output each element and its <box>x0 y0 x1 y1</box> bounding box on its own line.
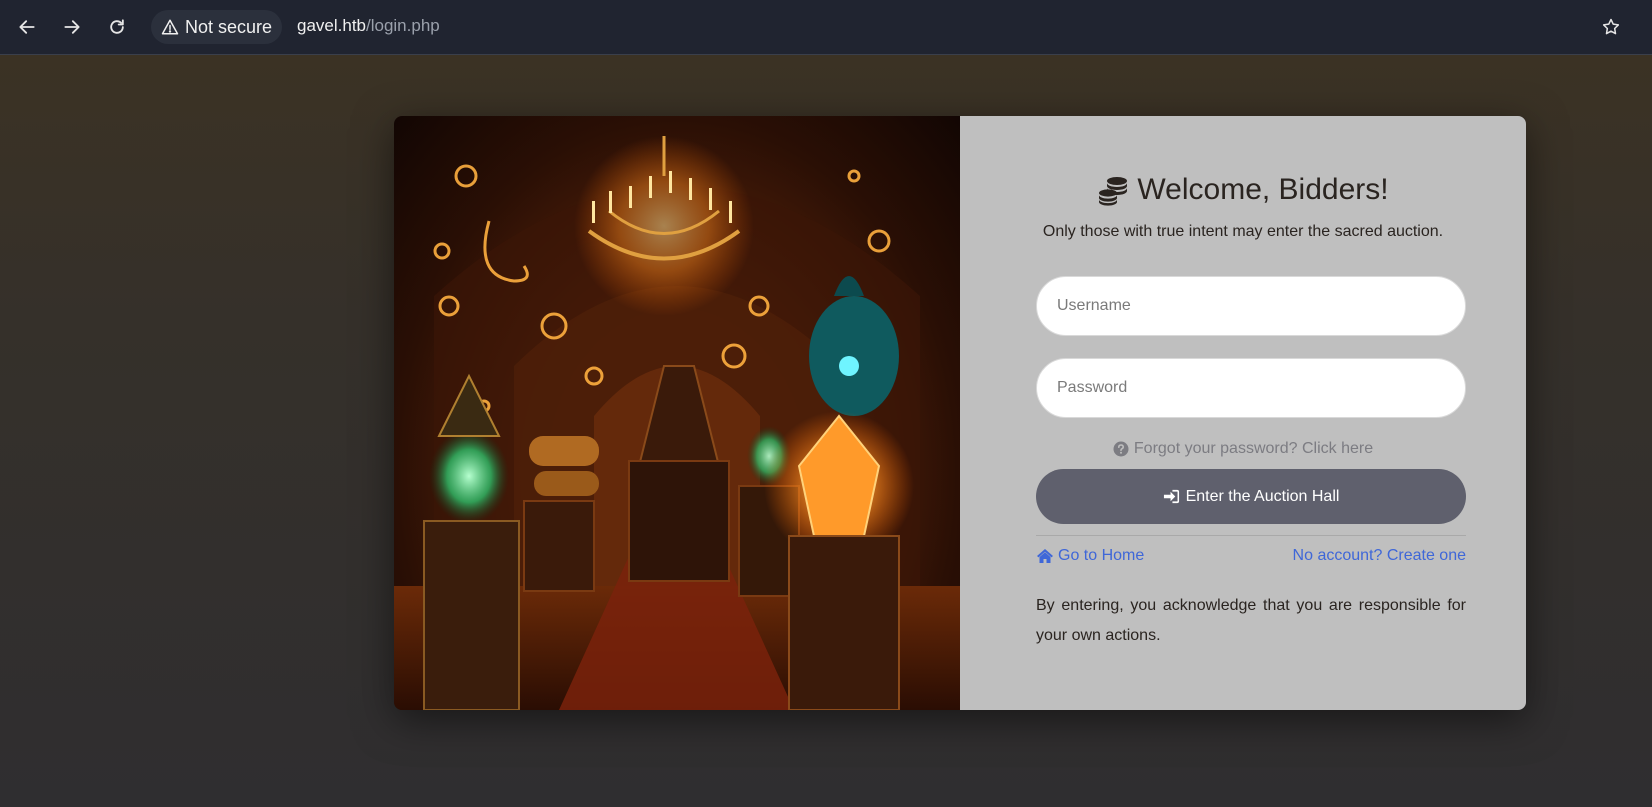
page-title: Welcome, Bidders! <box>960 173 1526 207</box>
reload-icon <box>110 19 124 34</box>
back-button[interactable] <box>10 10 44 44</box>
enter-auction-button[interactable]: Enter the Auction Hall <box>1036 469 1466 524</box>
forward-button[interactable] <box>55 10 89 44</box>
divider <box>1036 535 1466 536</box>
login-form-panel: Welcome, Bidders! Only those with true i… <box>960 116 1526 710</box>
url-host: gavel.htb <box>297 16 366 35</box>
forgot-password-link[interactable]: Forgot your password? Click here <box>960 440 1526 458</box>
forward-arrow-icon <box>64 20 80 34</box>
login-card: Welcome, Bidders! Only those with true i… <box>394 116 1526 710</box>
question-circle-icon <box>1113 441 1129 457</box>
auction-hall-illustration <box>394 116 960 710</box>
password-input[interactable] <box>1036 358 1466 418</box>
reload-button[interactable] <box>100 10 134 44</box>
coins-icon <box>1099 177 1128 206</box>
forgot-label: Forgot your password? Click here <box>1133 440 1374 457</box>
url-path: /login.php <box>366 16 440 35</box>
browser-toolbar: Not secure gavel.htb/login.php <box>0 0 1652 55</box>
star-icon <box>1602 18 1620 35</box>
bookmark-button[interactable] <box>1596 12 1626 42</box>
home-link-label: Go to Home <box>1058 547 1145 564</box>
title-text: Welcome, Bidders! <box>1137 173 1389 206</box>
subtitle: Only those with true intent may enter th… <box>1042 223 1444 240</box>
go-home-link[interactable]: Go to Home <box>1036 547 1144 565</box>
address-bar[interactable]: gavel.htb/login.php <box>297 16 440 36</box>
create-account-link[interactable]: No account? Create one <box>1293 547 1466 565</box>
security-indicator[interactable]: Not secure <box>151 10 283 44</box>
warning-icon <box>161 19 179 35</box>
home-icon <box>1037 549 1053 563</box>
security-label: Not secure <box>185 16 273 37</box>
back-arrow-icon <box>19 20 35 34</box>
sign-in-icon <box>1163 489 1179 504</box>
submit-label: Enter the Auction Hall <box>1185 487 1340 505</box>
username-input[interactable] <box>1036 276 1466 336</box>
disclaimer-text: By entering, you acknowledge that you ar… <box>1036 597 1466 644</box>
